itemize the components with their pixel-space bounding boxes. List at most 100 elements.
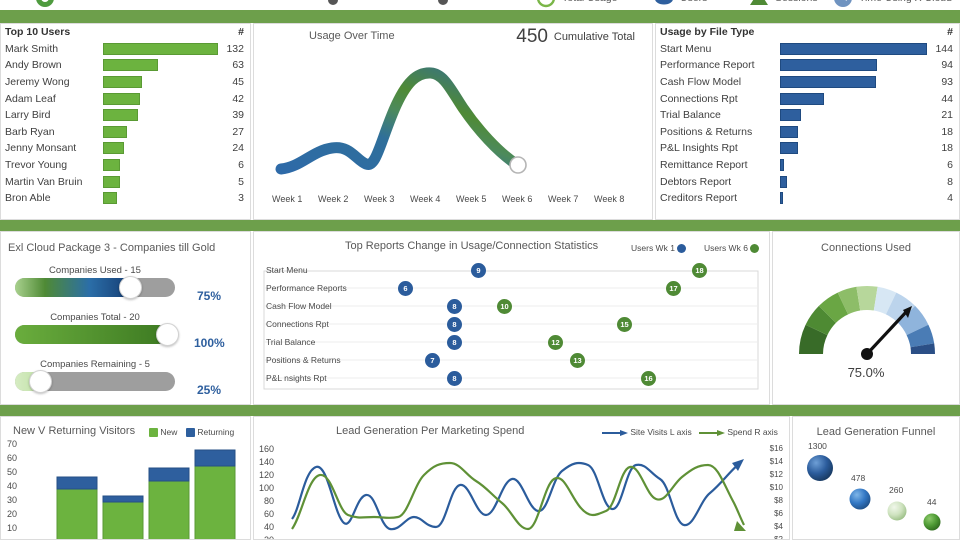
legend-users-wk-6[interactable]: Users Wk 6 — [704, 243, 760, 254]
gauge-title: Connections Used — [821, 242, 911, 254]
x-tick-week-4: Week 4 — [410, 194, 441, 204]
dot-wk6-trial-balance[interactable]: 12 — [548, 335, 563, 350]
left-tick-120: 120 — [259, 470, 275, 480]
slider-knob-companies-used[interactable] — [119, 276, 142, 299]
table-row[interactable]: Cash Flow Model 93 — [656, 74, 959, 91]
table-row[interactable]: Positions & Returns 18 — [656, 124, 959, 141]
row-label: Trevor Young — [5, 159, 68, 172]
kpi-item-time-using-cloud[interactable]: Time Using X Cloud — [832, 0, 952, 9]
kpi-item-0[interactable] — [34, 0, 61, 9]
dot-wk6-start-menu[interactable]: 18 — [692, 263, 707, 278]
kpi-item-1[interactable] — [322, 0, 349, 9]
slider-track-companies-total[interactable] — [15, 323, 179, 346]
dot-wk6-pl-insights[interactable]: 16 — [641, 371, 656, 386]
table-row[interactable]: Performance Report 94 — [656, 57, 959, 74]
table-row[interactable]: Trial Balance 21 — [656, 107, 959, 124]
bar-cell — [780, 76, 927, 89]
left-tick-40: 40 — [264, 522, 275, 532]
bar-group-2 — [102, 495, 144, 539]
table-row[interactable]: Debtors Report 8 — [656, 173, 959, 190]
legend-spend[interactable]: Spend R axis — [699, 427, 778, 437]
dot-wk1-trial-balance[interactable]: 8 — [447, 335, 462, 350]
dot-wk6-cash-flow[interactable]: 10 — [497, 299, 512, 314]
dot-wk1-start-menu[interactable]: 9 — [471, 263, 486, 278]
dot-wk1-connections[interactable]: 8 — [447, 317, 462, 332]
panel-visitors: New V Returning Visitors New Returning 7… — [0, 416, 251, 540]
slider-knob-companies-remaining[interactable] — [29, 370, 53, 393]
divider-mid-1 — [0, 220, 960, 231]
dot-wk1-cash-flow[interactable]: 8 — [447, 299, 462, 314]
legend-line-blue-icon — [602, 429, 628, 436]
green-triangle-icon — [750, 0, 768, 5]
table-row[interactable]: Andy Brown 63 — [1, 57, 250, 74]
table-row[interactable]: Jenny Monsant 24 — [1, 140, 250, 157]
right-tick-10: $10 — [769, 483, 783, 492]
slider-track-companies-remaining[interactable] — [15, 370, 175, 393]
right-tick-6: $6 — [774, 509, 783, 518]
bar-cell — [780, 159, 927, 172]
row-value: 94 — [941, 59, 953, 72]
table-row[interactable]: Connections Rpt 44 — [656, 90, 959, 107]
dot-wk1-pl-insights[interactable]: 8 — [447, 371, 462, 386]
table-row[interactable]: Martin Van Bruin 5 — [1, 173, 250, 190]
dot-plot-gridlines — [263, 270, 759, 390]
row-label: Trial Balance — [660, 109, 721, 122]
table-row[interactable]: Barb Ryan 27 — [1, 124, 250, 141]
table-row[interactable]: Jeremy Wong 45 — [1, 74, 250, 91]
bar-cell — [103, 192, 218, 205]
bar-group-1 — [56, 476, 98, 539]
dot-row-label-start-menu: Start Menu — [266, 265, 308, 275]
kpi-item-2[interactable] — [432, 0, 459, 9]
legend-label: Returning — [197, 427, 235, 437]
right-tick-12: $12 — [769, 470, 783, 479]
bar-cell — [103, 175, 218, 188]
dot-wk1-performance[interactable]: 6 — [398, 281, 413, 296]
slider-percent-companies-remaining: 25% — [197, 383, 222, 397]
table-row[interactable]: Larry Bird 39 — [1, 107, 250, 124]
kpi-item-users[interactable]: Users — [653, 0, 707, 9]
table-row[interactable]: Start Menu 144 — [656, 41, 959, 58]
legend-site-visits[interactable]: Site Visits L axis — [602, 427, 692, 437]
y-tick-60: 60 — [7, 453, 18, 463]
slider-track-companies-used[interactable] — [15, 276, 175, 299]
divider-top — [0, 10, 960, 23]
table-row[interactable]: P&L Insights Rpt 18 — [656, 140, 959, 157]
dot-row-label-positions-returns: Positions & Returns — [266, 355, 341, 365]
dot-wk6-connections[interactable]: 15 — [617, 317, 632, 332]
bar-cell — [103, 92, 218, 105]
lead-gen-title: Lead Generation Per Marketing Spend — [336, 425, 525, 437]
kpi-item-sessions[interactable]: Sessions — [748, 0, 818, 9]
kpi-item-total-usage[interactable]: Total Usage — [535, 0, 617, 9]
dot-wk6-positions-returns[interactable]: 13 — [570, 353, 585, 368]
row-label: Bron Able — [5, 192, 51, 205]
row-value: 93 — [941, 76, 953, 89]
table-row[interactable]: Trevor Young 6 — [1, 157, 250, 174]
row-value: 18 — [941, 125, 953, 138]
y-tick-30: 30 — [7, 495, 18, 505]
slider-knob-companies-total[interactable] — [155, 323, 179, 346]
right-tick-14: $14 — [769, 457, 783, 466]
row-label: Remittance Report — [660, 159, 748, 172]
table-row[interactable]: Creditors Report 4 — [656, 190, 959, 207]
table-row[interactable]: Remittance Report 6 — [656, 157, 959, 174]
funnel-label-stage-2: 478 — [851, 473, 866, 483]
y-tick-10: 10 — [7, 523, 18, 533]
legend-users-wk-1[interactable]: Users Wk 1 — [631, 243, 687, 254]
panel-lead-generation: Lead Generation Per Marketing Spend Site… — [253, 416, 790, 540]
row-label: Martin Van Bruin — [5, 175, 83, 188]
row-value: 44 — [941, 92, 953, 105]
file-type-list: Usage by File Type # Start Menu 144 Perfo… — [656, 24, 959, 207]
kpi-label-total-usage: Total Usage — [562, 0, 617, 4]
left-tick-80: 80 — [264, 496, 275, 506]
dot-wk6-performance[interactable]: 17 — [666, 281, 681, 296]
bar-cell — [103, 42, 218, 55]
table-row[interactable]: Mark Smith 132 — [1, 41, 250, 58]
kpi-label-time-using-cloud: Time Using X Cloud — [859, 0, 952, 4]
x-tick-week-6: Week 6 — [502, 194, 533, 204]
legend-new[interactable]: New — [149, 427, 177, 438]
table-row[interactable]: Bron Able 3 — [1, 190, 250, 207]
legend-returning[interactable]: Returning — [186, 427, 235, 438]
dot-wk1-positions-returns[interactable]: 7 — [425, 353, 440, 368]
table-row[interactable]: Adam Leaf 42 — [1, 90, 250, 107]
